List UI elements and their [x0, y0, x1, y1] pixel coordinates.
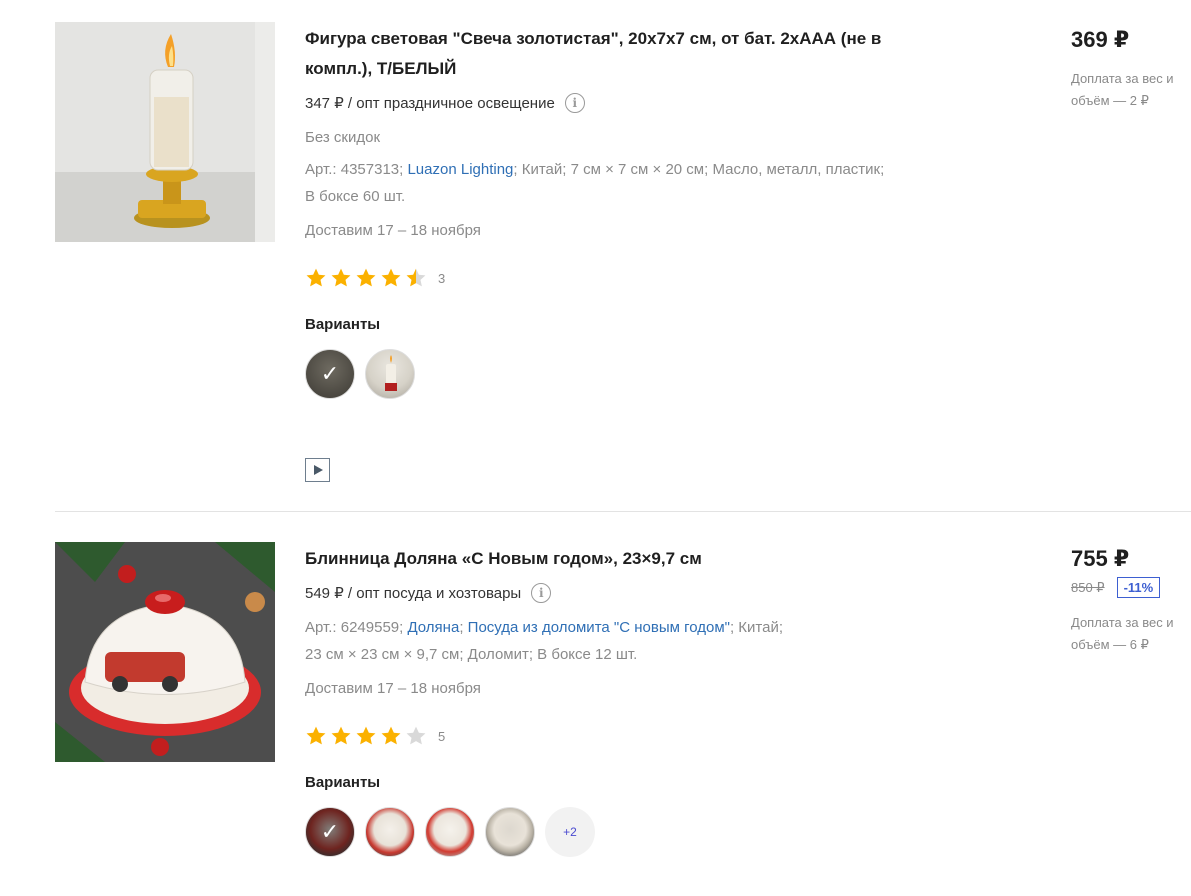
product-card-2: Блинница Доляна «С Новым годом», 23×9,7 …	[0, 512, 1191, 896]
star-icon	[331, 726, 351, 745]
star-empty-icon	[406, 726, 426, 745]
rating[interactable]: 5	[305, 724, 945, 748]
specs-sep: ;	[459, 619, 464, 636]
star-icon	[306, 726, 326, 745]
info-icon[interactable]: i	[564, 93, 585, 113]
rating[interactable]: 3	[305, 266, 945, 290]
product-specs: Арт.: 6249559; Доляна; Посуда из доломит…	[305, 614, 945, 668]
wholesale-price: 347 ₽ / опт праздничное освещение i	[305, 92, 945, 114]
check-icon: ✓	[306, 350, 354, 398]
delivery-date: Доставим 17 – 18 ноября	[305, 222, 481, 239]
price: 755 ₽	[1071, 546, 1130, 571]
variant-swatch[interactable]	[425, 807, 475, 857]
price-block: 369 ₽ Доплата за вес и объём — 2 ₽	[1071, 26, 1191, 112]
product-image-pancake-dish[interactable]	[55, 542, 275, 762]
box-quantity: В боксе 60 шт.	[305, 188, 406, 205]
more-variants-button[interactable]: +2	[545, 807, 595, 857]
candle-red-thumb-icon	[385, 355, 397, 391]
variant-swatch[interactable]	[365, 807, 415, 857]
variants-list: ✓	[305, 349, 945, 399]
product-title[interactable]: Блинница Доляна «С Новым годом», 23×9,7 …	[305, 544, 945, 574]
star-icon	[381, 726, 401, 745]
brand-link[interactable]: Доляна	[407, 619, 459, 636]
variant-swatch[interactable]	[485, 807, 535, 857]
wholesale-price: 549 ₽ / опт посуда и хозтовары i	[305, 582, 945, 604]
price-block: 755 ₽ 850 ₽ -11% Доплата за вес и объём …	[1071, 545, 1191, 656]
product-title[interactable]: Фигура световая "Свеча золотистая", 20х7…	[305, 24, 945, 84]
star-icon	[356, 268, 376, 287]
product-info: Блинница Доляна «С Новым годом», 23×9,7 …	[305, 544, 945, 857]
no-discount-label: Без скидок	[305, 129, 380, 146]
check-icon: ✓	[306, 808, 354, 856]
wholesale-price-text: 347 ₽ / опт праздничное освещение	[305, 95, 555, 112]
star-icon	[306, 268, 326, 287]
old-price-row: 850 ₽ -11%	[1071, 577, 1191, 598]
product-specs: Арт.: 4357313; Luazon Lighting; Китай; 7…	[305, 156, 945, 210]
pancake-dish-illustration	[55, 542, 275, 762]
variant-swatch-selected[interactable]: ✓	[305, 349, 355, 399]
product-image-candle[interactable]	[55, 22, 275, 242]
star-icon	[381, 268, 401, 287]
review-count: 5	[438, 728, 446, 744]
product-dimensions: 23 см × 23 см × 9,7 см; Доломит; В боксе…	[305, 646, 638, 663]
variant-swatch-selected[interactable]: ✓	[305, 807, 355, 857]
star-icon	[331, 268, 351, 287]
variant-swatch[interactable]	[365, 349, 415, 399]
delivery-date: Доставим 17 – 18 ноября	[305, 680, 481, 697]
price: 369 ₽	[1071, 27, 1130, 52]
specs-rest: ; Китай;	[729, 619, 784, 636]
product-info: Фигура световая "Свеча золотистая", 20х7…	[305, 24, 945, 399]
star-half-icon	[406, 268, 426, 287]
variants-label: Варианты	[305, 316, 381, 333]
extra-charge: Доплата за вес и объём — 2 ₽	[1071, 71, 1174, 108]
star-icon	[356, 726, 376, 745]
candle-illustration	[55, 22, 275, 242]
play-icon	[313, 465, 323, 475]
variants-label: Варианты	[305, 774, 381, 791]
review-count: 3	[438, 270, 446, 286]
discount-badge: -11%	[1116, 577, 1161, 598]
info-icon[interactable]: i	[531, 583, 552, 603]
product-card-1: Фигура световая "Свеча золотистая", 20х7…	[0, 0, 1191, 512]
wholesale-price-text: 549 ₽ / опт посуда и хозтовары	[305, 585, 522, 602]
specs-rest: ; Китай; 7 см × 7 см × 20 см; Масло, мет…	[513, 161, 885, 178]
article-number: Арт.: 4357313;	[305, 161, 404, 178]
video-button[interactable]	[305, 458, 330, 482]
article-number: Арт.: 6249559;	[305, 619, 404, 636]
brand-link[interactable]: Luazon Lighting	[407, 161, 513, 178]
extra-charge: Доплата за вес и объём — 6 ₽	[1071, 615, 1174, 652]
variants-list: ✓ +2	[305, 807, 945, 857]
old-price: 850 ₽	[1071, 579, 1105, 595]
collection-link[interactable]: Посуда из доломита "С новым годом"	[468, 619, 730, 636]
